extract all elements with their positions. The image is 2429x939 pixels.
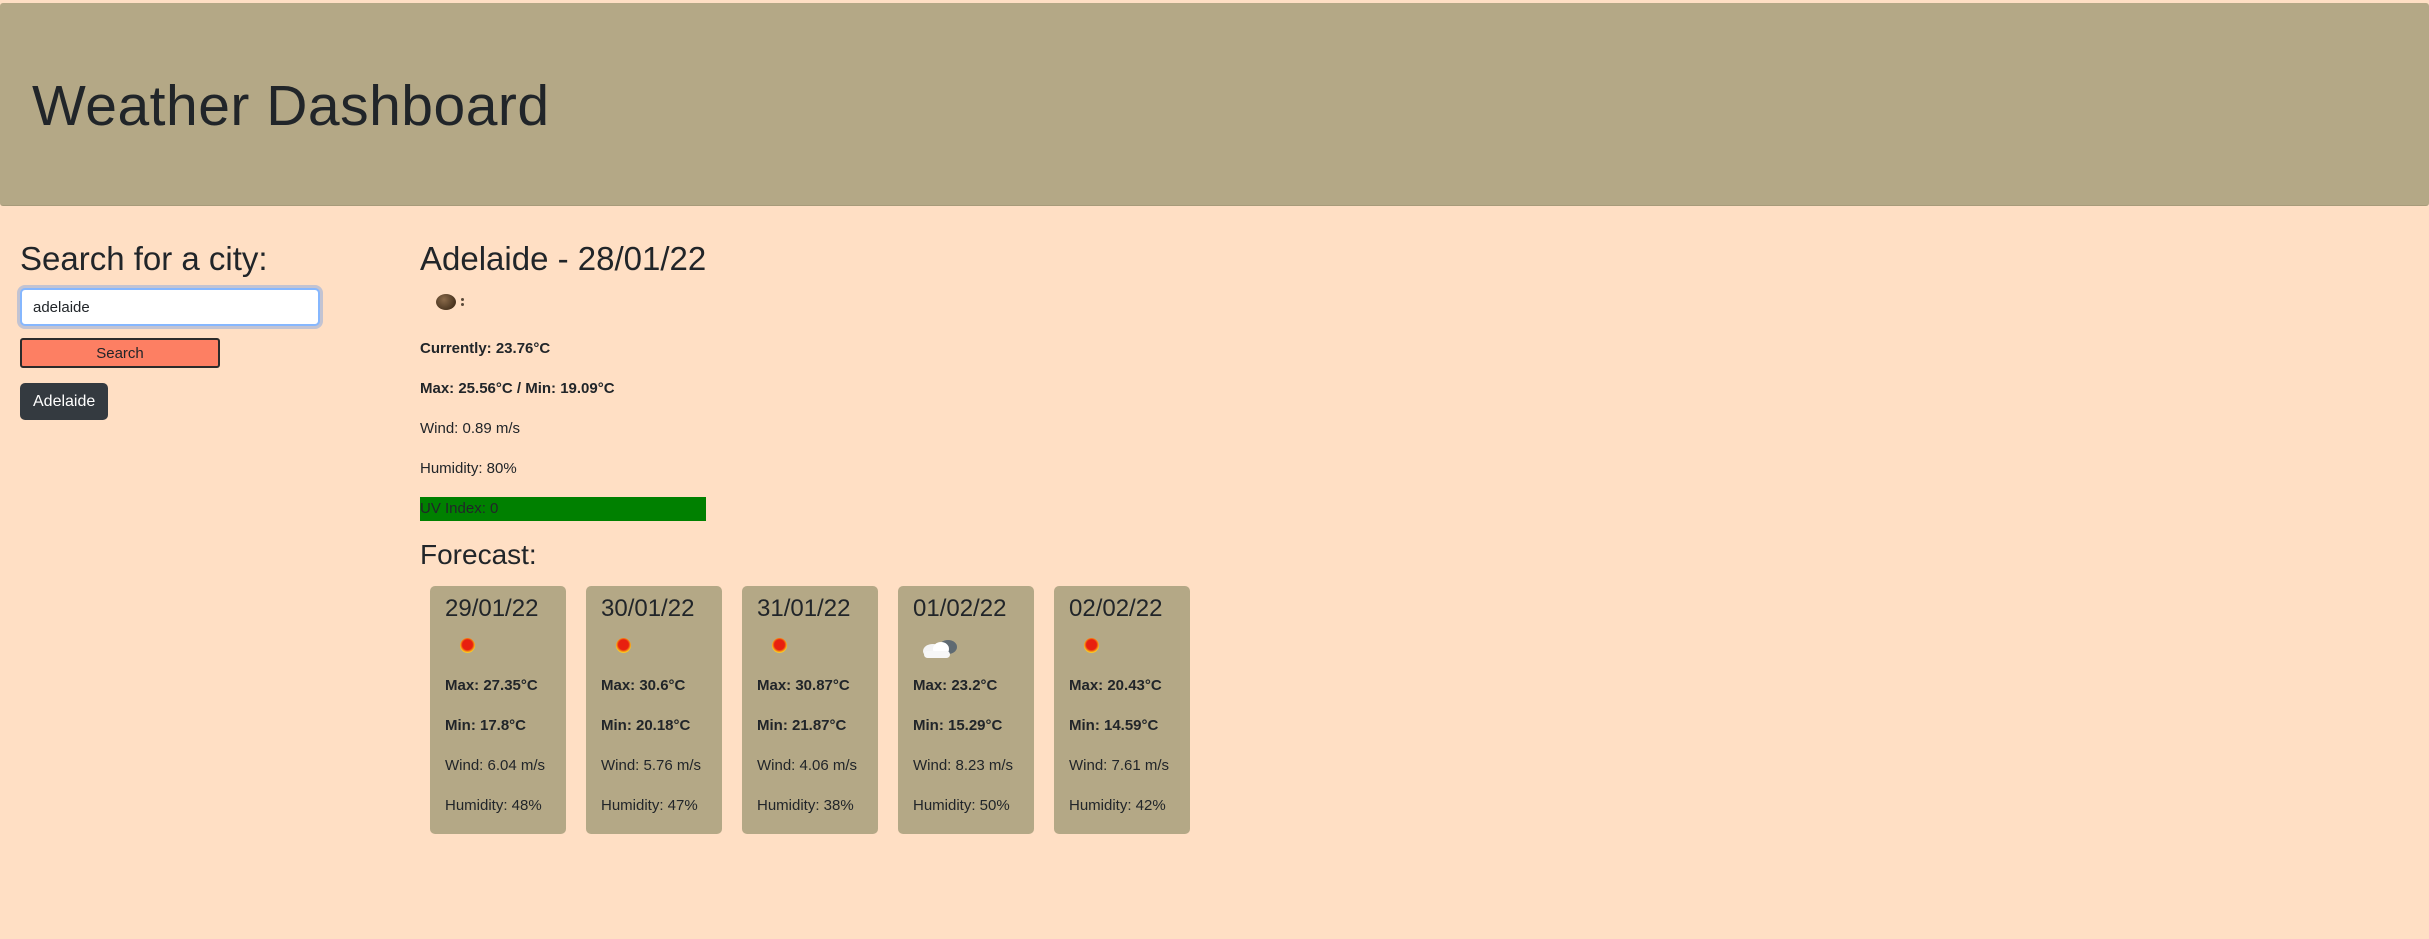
current-wind: Wind: 0.89 m/s	[420, 420, 521, 437]
forecast-wind: Wind: 4.06 m/s	[757, 757, 858, 774]
forecast-humidity: Humidity: 47%	[601, 797, 698, 814]
history-button-adelaide[interactable]: Adelaide	[20, 383, 109, 420]
forecast-card: 29/01/22 Max: 27.35°C Min: 17.8°C Wind: …	[430, 586, 566, 834]
current-city-title: Adelaide - 28/01/22	[420, 240, 707, 277]
forecast-date: 31/01/22	[757, 595, 851, 622]
forecast-date: 01/02/22	[913, 595, 1007, 622]
forecast-humidity: Humidity: 42%	[1069, 797, 1166, 814]
cloud-icon	[913, 626, 959, 666]
forecast-heading: Forecast:	[420, 539, 537, 570]
forecast-wind: Wind: 7.61 m/s	[1069, 757, 1170, 774]
current-weather: Adelaide - 28/01/22 Currently: 23.76°C M…	[420, 236, 1020, 575]
forecast-min: Min: 21.87°C	[757, 717, 847, 734]
search-button[interactable]: Search	[20, 338, 220, 368]
forecast-min: Min: 14.59°C	[1069, 717, 1159, 734]
forecast-max: Max: 20.43°C	[1069, 677, 1162, 694]
sun-icon	[757, 626, 803, 666]
forecast-card: 01/02/22 Max: 23.2°C Min: 15.29°C Wind: …	[898, 586, 1034, 834]
forecast-max: Max: 30.87°C	[757, 677, 850, 694]
forecast-wind: Wind: 5.76 m/s	[601, 757, 702, 774]
forecast-cards: 29/01/22 Max: 27.35°C Min: 17.8°C Wind: …	[430, 586, 1190, 834]
night-clear-icon	[420, 284, 466, 324]
city-search-input[interactable]	[20, 288, 320, 326]
forecast-card: 31/01/22 Max: 30.87°C Min: 21.87°C Wind:…	[742, 586, 878, 834]
sun-icon	[1069, 626, 1115, 666]
current-humidity: Humidity: 80%	[420, 460, 517, 477]
forecast-wind: Wind: 8.23 m/s	[913, 757, 1014, 774]
search-panel: Search for a city: Search Adelaide	[20, 236, 380, 420]
forecast-max: Max: 23.2°C	[913, 677, 998, 694]
sun-icon	[601, 626, 647, 666]
sun-icon	[445, 626, 491, 666]
forecast-humidity: Humidity: 48%	[445, 797, 542, 814]
search-heading: Search for a city:	[20, 240, 268, 277]
page-header: Weather Dashboard	[0, 3, 2429, 206]
current-max-min: Max: 25.56°C / Min: 19.09°C	[420, 380, 615, 397]
forecast-humidity: Humidity: 50%	[913, 797, 1010, 814]
forecast-humidity: Humidity: 38%	[757, 797, 854, 814]
forecast-min: Min: 15.29°C	[913, 717, 1003, 734]
forecast-date: 30/01/22	[601, 595, 695, 622]
forecast-min: Min: 20.18°C	[601, 717, 691, 734]
forecast-card: 02/02/22 Max: 20.43°C Min: 14.59°C Wind:…	[1054, 586, 1190, 834]
current-temperature: Currently: 23.76°C	[420, 340, 551, 357]
forecast-max: Max: 27.35°C	[445, 677, 538, 694]
uv-index-badge: UV Index: 0	[420, 497, 706, 521]
forecast-card: 30/01/22 Max: 30.6°C Min: 20.18°C Wind: …	[586, 586, 722, 834]
forecast-min: Min: 17.8°C	[445, 717, 527, 734]
forecast-date: 02/02/22	[1069, 595, 1163, 622]
forecast-max: Max: 30.6°C	[601, 677, 686, 694]
forecast-wind: Wind: 6.04 m/s	[445, 757, 546, 774]
forecast-date: 29/01/22	[445, 595, 539, 622]
page-title: Weather Dashboard	[32, 74, 550, 138]
